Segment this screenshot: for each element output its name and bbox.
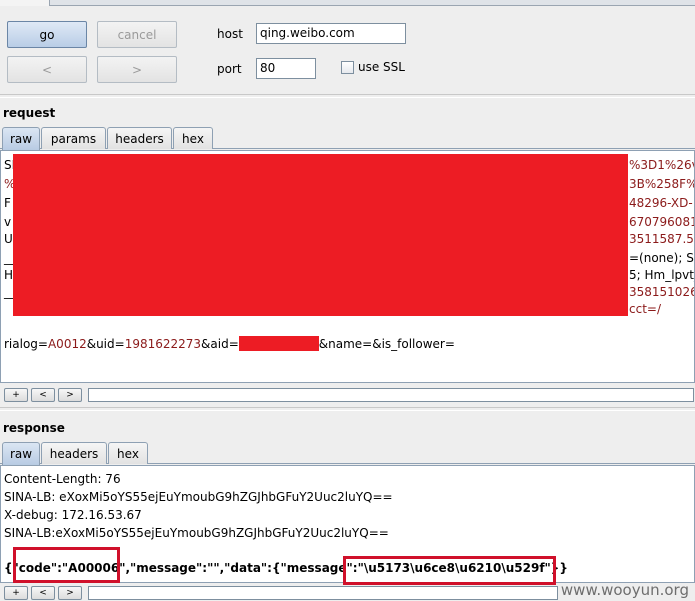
tab-hex[interactable]: hex — [173, 127, 213, 149]
forward-button[interactable]: > — [97, 56, 177, 83]
use-ssl-label: use SSL — [358, 60, 405, 74]
response-line: X-debug: 172.16.53.67 — [4, 508, 142, 522]
tab-headers[interactable]: headers — [41, 442, 107, 464]
request-line-6-end: =(none); SI — [629, 251, 695, 265]
body-suffix: &name=&is_follower= — [318, 337, 455, 351]
response-next-button[interactable]: > — [58, 586, 82, 600]
request-tabs: raw params headers hex — [0, 127, 695, 150]
request-line-3-end: 48296-XD- — [629, 196, 693, 210]
watermark-text: www.wooyun.org — [560, 581, 689, 599]
body-aid-key: &aid= — [201, 337, 239, 351]
top-tab-strip — [0, 0, 695, 6]
request-add-button[interactable]: + — [4, 388, 28, 402]
request-line-9-end: cct=/ — [629, 302, 661, 316]
request-raw-editor[interactable]: SI %3D1%26v % 3B%258F% F 48296-XD- v 670… — [0, 150, 695, 383]
cancel-button[interactable]: cancel — [97, 21, 177, 48]
body-dialog: A0012 — [47, 337, 87, 351]
tab-params[interactable]: params — [41, 127, 106, 149]
request-line-8-end: 358151026 — [629, 285, 695, 299]
request-line-7-end: 5; Hm_lpvt_ — [629, 268, 695, 282]
code-highlight-box — [13, 547, 120, 583]
redaction-block — [13, 154, 628, 316]
go-button[interactable]: go — [7, 21, 87, 48]
tab-hex[interactable]: hex — [108, 442, 148, 464]
divider[interactable] — [0, 407, 695, 411]
request-line-1-end: %3D1%26v — [629, 158, 695, 172]
request-line-5-end: 3511587.5 — [629, 232, 694, 246]
request-line-4-start: v — [4, 215, 12, 229]
response-search-input[interactable] — [88, 586, 558, 600]
response-title: response — [3, 421, 65, 435]
tab-raw[interactable]: raw — [2, 442, 40, 465]
request-prev-button[interactable]: < — [31, 388, 55, 402]
tab-headers[interactable]: headers — [107, 127, 172, 149]
response-prev-button[interactable]: < — [31, 586, 55, 600]
request-search-input[interactable] — [88, 388, 694, 402]
body-prefix: rialog= — [4, 337, 48, 351]
request-line-7-start: H — [4, 268, 14, 282]
response-line: SINA-LB:eXoxMi5oYS55ejEuYmoubG9hZGJhbGFu… — [4, 526, 389, 540]
request-title: request — [3, 106, 56, 120]
use-ssl-checkbox[interactable] — [341, 61, 354, 74]
request-line-4-end: 670796081 — [629, 215, 695, 229]
request-next-button[interactable]: > — [58, 388, 82, 402]
response-add-button[interactable]: + — [4, 586, 28, 600]
response-line: Content-Length: 76 — [4, 472, 121, 486]
host-label: host — [217, 27, 243, 41]
request-body-line: rialog=A0012&uid=1981622273&aid= &name=&i… — [4, 336, 455, 352]
request-line-2-end: 3B%258F% — [629, 177, 695, 191]
divider[interactable] — [0, 94, 695, 98]
tab-raw[interactable]: raw — [2, 127, 40, 150]
response-tabs: raw headers hex — [0, 442, 695, 465]
request-line-3-start: F — [4, 196, 11, 210]
host-input[interactable]: qing.weibo.com — [256, 23, 406, 44]
message-highlight-box — [343, 556, 556, 585]
port-input[interactable]: 80 — [256, 58, 316, 79]
response-line: SINA-LB: eXoxMi5oYS55ejEuYmoubG9hZGJhbGF… — [4, 490, 393, 504]
body-uid-key: &uid= — [86, 337, 125, 351]
redaction-aid — [238, 336, 319, 351]
body-uid: 1981622273 — [124, 337, 202, 351]
port-label: port — [217, 62, 242, 76]
request-line-5-start: U — [4, 232, 13, 246]
top-tab-stub[interactable] — [0, 0, 50, 6]
back-button[interactable]: < — [7, 56, 87, 83]
